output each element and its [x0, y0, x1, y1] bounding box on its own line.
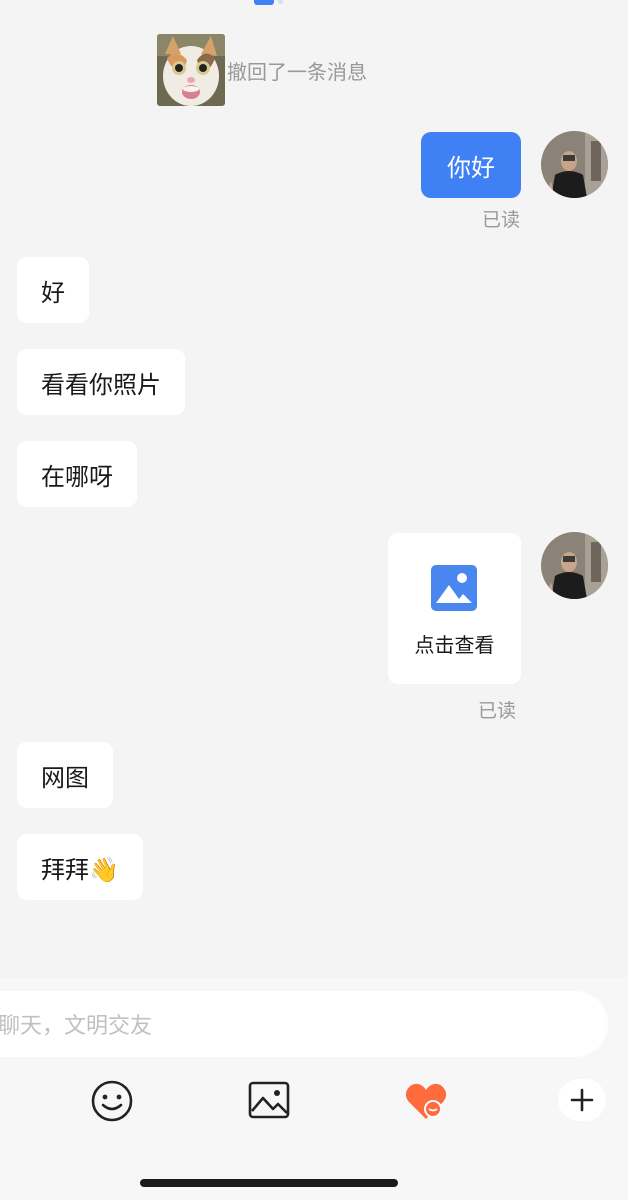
- message-text: 看看你照片: [41, 370, 161, 399]
- recall-notice: 撤回了一条消息: [157, 34, 367, 106]
- page-indicator-active: [254, 0, 274, 5]
- image-placeholder-icon: [431, 565, 477, 611]
- message-text: 你好: [447, 153, 495, 182]
- user-avatar[interactable]: [541, 131, 608, 198]
- home-indicator[interactable]: [140, 1179, 398, 1187]
- page-indicator-dot: [278, 0, 283, 4]
- read-status: 已读: [478, 700, 517, 722]
- recall-text: 撤回了一条消息: [227, 59, 367, 84]
- plus-icon: [570, 1088, 594, 1112]
- message-text: 好: [41, 278, 65, 307]
- message-text: 拜拜👋: [41, 855, 119, 884]
- chat-screen: 撤回了一条消息 你好 已读 好 看看你照片 在哪呀 点击查看 已读 网图 拜拜👋…: [0, 0, 628, 1200]
- message-bubble-incoming[interactable]: 好: [17, 257, 89, 323]
- message-bubble-incoming[interactable]: 拜拜👋: [17, 834, 143, 900]
- message-text: 在哪呀: [41, 462, 113, 491]
- read-status: 已读: [482, 209, 521, 231]
- plus-button[interactable]: [558, 1079, 606, 1121]
- cat-avatar[interactable]: [157, 34, 225, 106]
- user-avatar[interactable]: [541, 532, 608, 599]
- message-input-placeholder: 聊天，文明交友: [0, 1014, 153, 1039]
- message-input[interactable]: 聊天，文明交友: [0, 991, 608, 1057]
- message-bubble-outgoing[interactable]: 你好: [421, 132, 521, 198]
- message-bubble-incoming[interactable]: 看看你照片: [17, 349, 185, 415]
- heart-icon[interactable]: [404, 1080, 448, 1122]
- image-icon[interactable]: [247, 1080, 291, 1120]
- emoji-icon[interactable]: [90, 1079, 134, 1123]
- message-bubble-incoming[interactable]: 在哪呀: [17, 441, 137, 507]
- image-message-card[interactable]: 点击查看: [388, 533, 521, 684]
- message-text: 网图: [41, 763, 89, 792]
- image-card-label: 点击查看: [414, 633, 495, 657]
- message-bubble-incoming[interactable]: 网图: [17, 742, 113, 808]
